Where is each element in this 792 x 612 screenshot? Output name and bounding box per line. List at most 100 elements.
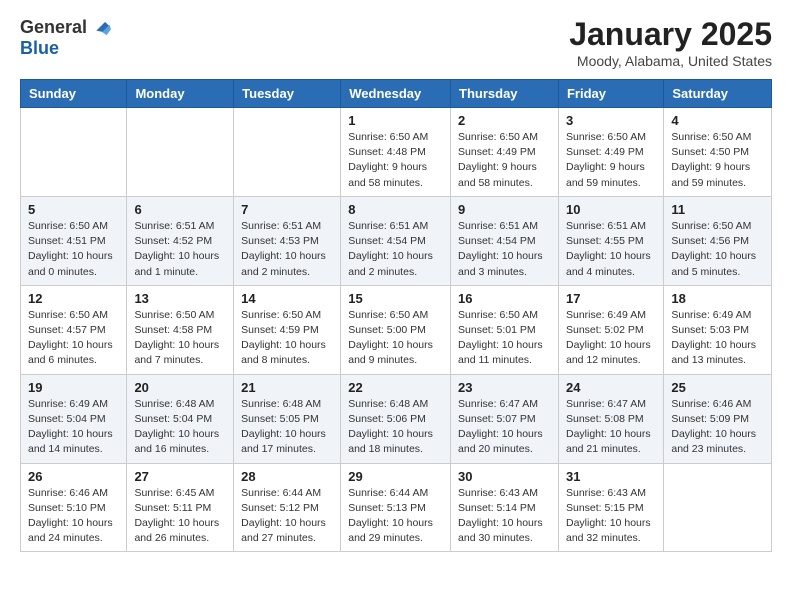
- calendar-cell: 11 Sunrise: 6:50 AM Sunset: 4:56 PM Dayli…: [664, 196, 772, 285]
- day-info: Sunrise: 6:51 AM Sunset: 4:55 PM Dayligh…: [566, 219, 656, 280]
- day-number: 10: [566, 202, 656, 217]
- day-info: Sunrise: 6:50 AM Sunset: 4:57 PM Dayligh…: [28, 308, 119, 369]
- day-info: Sunrise: 6:49 AM Sunset: 5:02 PM Dayligh…: [566, 308, 656, 369]
- calendar-cell: 6 Sunrise: 6:51 AM Sunset: 4:52 PM Daylig…: [127, 196, 234, 285]
- day-info: Sunrise: 6:43 AM Sunset: 5:14 PM Dayligh…: [458, 486, 551, 547]
- day-number: 15: [348, 291, 443, 306]
- day-number: 14: [241, 291, 333, 306]
- calendar-cell: 26Sunrise: 6:46 AM Sunset: 5:10 PM Dayli…: [21, 463, 127, 552]
- day-number: 30: [458, 469, 551, 484]
- day-number: 16: [458, 291, 551, 306]
- calendar-cell: 25 Sunrise: 6:46 AM Sunset: 5:09 PM Dayli…: [664, 374, 772, 463]
- title-section: January 2025 Moody, Alabama, United Stat…: [569, 16, 772, 69]
- calendar-cell: 30 Sunrise: 6:43 AM Sunset: 5:14 PM Dayli…: [451, 463, 559, 552]
- day-info: Sunrise: 6:50 AM Sunset: 4:58 PM Dayligh…: [134, 308, 226, 369]
- calendar-cell: 4Sunrise: 6:50 AM Sunset: 4:50 PM Daylig…: [664, 108, 772, 197]
- day-number: 26: [28, 469, 119, 484]
- calendar-cell: 5 Sunrise: 6:50 AM Sunset: 4:51 PM Daylig…: [21, 196, 127, 285]
- day-info: Sunrise: 6:44 AM Sunset: 5:12 PM Dayligh…: [241, 486, 333, 547]
- calendar-cell: 18Sunrise: 6:49 AM Sunset: 5:03 PM Dayli…: [664, 285, 772, 374]
- calendar-cell: 27 Sunrise: 6:45 AM Sunset: 5:11 PM Dayli…: [127, 463, 234, 552]
- day-info: Sunrise: 6:50 AM Sunset: 4:49 PM Dayligh…: [458, 130, 551, 191]
- day-number: 22: [348, 380, 443, 395]
- day-info: Sunrise: 6:50 AM Sunset: 5:01 PM Dayligh…: [458, 308, 551, 369]
- weekday-header-sunday: Sunday: [21, 80, 127, 108]
- day-info: Sunrise: 6:50 AM Sunset: 4:51 PM Dayligh…: [28, 219, 119, 280]
- day-info: Sunrise: 6:51 AM Sunset: 4:52 PM Dayligh…: [134, 219, 226, 280]
- day-info: Sunrise: 6:49 AM Sunset: 5:04 PM Dayligh…: [28, 397, 119, 458]
- day-number: 29: [348, 469, 443, 484]
- day-number: 7: [241, 202, 333, 217]
- calendar-cell: 22 Sunrise: 6:48 AM Sunset: 5:06 PM Dayli…: [341, 374, 451, 463]
- day-info: Sunrise: 6:51 AM Sunset: 4:53 PM Dayligh…: [241, 219, 333, 280]
- calendar-cell: 14 Sunrise: 6:50 AM Sunset: 4:59 PM Dayli…: [234, 285, 341, 374]
- page-header: General Blue January 2025 Moody, Alabama…: [20, 16, 772, 69]
- day-info: Sunrise: 6:49 AM Sunset: 5:03 PM Dayligh…: [671, 308, 764, 369]
- day-info: Sunrise: 6:48 AM Sunset: 5:06 PM Dayligh…: [348, 397, 443, 458]
- day-info: Sunrise: 6:51 AM Sunset: 4:54 PM Dayligh…: [458, 219, 551, 280]
- calendar-cell: [21, 108, 127, 197]
- day-number: 5: [28, 202, 119, 217]
- day-info: Sunrise: 6:50 AM Sunset: 4:56 PM Dayligh…: [671, 219, 764, 280]
- day-number: 20: [134, 380, 226, 395]
- calendar-cell: 24 Sunrise: 6:47 AM Sunset: 5:08 PM Dayli…: [558, 374, 663, 463]
- day-info: Sunrise: 6:50 AM Sunset: 4:59 PM Dayligh…: [241, 308, 333, 369]
- day-info: Sunrise: 6:50 AM Sunset: 4:48 PM Dayligh…: [348, 130, 443, 191]
- day-number: 25: [671, 380, 764, 395]
- calendar-cell: 20Sunrise: 6:48 AM Sunset: 5:04 PM Dayli…: [127, 374, 234, 463]
- calendar-cell: [664, 463, 772, 552]
- calendar-cell: 8 Sunrise: 6:51 AM Sunset: 4:54 PM Daylig…: [341, 196, 451, 285]
- day-info: Sunrise: 6:43 AM Sunset: 5:15 PM Dayligh…: [566, 486, 656, 547]
- calendar-cell: 7 Sunrise: 6:51 AM Sunset: 4:53 PM Daylig…: [234, 196, 341, 285]
- week-row-2: 5 Sunrise: 6:50 AM Sunset: 4:51 PM Daylig…: [21, 196, 772, 285]
- page-title: January 2025: [569, 16, 772, 53]
- calendar-cell: 31 Sunrise: 6:43 AM Sunset: 5:15 PM Dayli…: [558, 463, 663, 552]
- day-number: 17: [566, 291, 656, 306]
- day-number: 21: [241, 380, 333, 395]
- logo-blue-text: Blue: [20, 38, 59, 59]
- weekday-header-tuesday: Tuesday: [234, 80, 341, 108]
- week-row-1: 1Sunrise: 6:50 AM Sunset: 4:48 PM Daylig…: [21, 108, 772, 197]
- calendar-cell: [234, 108, 341, 197]
- calendar-cell: 2 Sunrise: 6:50 AM Sunset: 4:49 PM Daylig…: [451, 108, 559, 197]
- day-number: 13: [134, 291, 226, 306]
- day-number: 12: [28, 291, 119, 306]
- day-info: Sunrise: 6:45 AM Sunset: 5:11 PM Dayligh…: [134, 486, 226, 547]
- day-number: 27: [134, 469, 226, 484]
- calendar-cell: 9Sunrise: 6:51 AM Sunset: 4:54 PM Daylig…: [451, 196, 559, 285]
- weekday-header-row: SundayMondayTuesdayWednesdayThursdayFrid…: [21, 80, 772, 108]
- day-info: Sunrise: 6:50 AM Sunset: 5:00 PM Dayligh…: [348, 308, 443, 369]
- calendar-cell: 23Sunrise: 6:47 AM Sunset: 5:07 PM Dayli…: [451, 374, 559, 463]
- week-row-4: 19 Sunrise: 6:49 AM Sunset: 5:04 PM Dayli…: [21, 374, 772, 463]
- weekday-header-friday: Friday: [558, 80, 663, 108]
- week-row-3: 12 Sunrise: 6:50 AM Sunset: 4:57 PM Dayli…: [21, 285, 772, 374]
- day-number: 11: [671, 202, 764, 217]
- day-info: Sunrise: 6:46 AM Sunset: 5:09 PM Dayligh…: [671, 397, 764, 458]
- day-info: Sunrise: 6:50 AM Sunset: 4:50 PM Dayligh…: [671, 130, 764, 191]
- logo-general-text: General: [20, 17, 87, 38]
- calendar-cell: 10 Sunrise: 6:51 AM Sunset: 4:55 PM Dayli…: [558, 196, 663, 285]
- calendar-cell: 16 Sunrise: 6:50 AM Sunset: 5:01 PM Dayli…: [451, 285, 559, 374]
- weekday-header-thursday: Thursday: [451, 80, 559, 108]
- day-number: 24: [566, 380, 656, 395]
- weekday-header-saturday: Saturday: [664, 80, 772, 108]
- day-info: Sunrise: 6:44 AM Sunset: 5:13 PM Dayligh…: [348, 486, 443, 547]
- day-number: 19: [28, 380, 119, 395]
- day-info: Sunrise: 6:51 AM Sunset: 4:54 PM Dayligh…: [348, 219, 443, 280]
- logo: General Blue: [20, 16, 111, 59]
- calendar-cell: 19 Sunrise: 6:49 AM Sunset: 5:04 PM Dayli…: [21, 374, 127, 463]
- day-number: 2: [458, 113, 551, 128]
- day-number: 31: [566, 469, 656, 484]
- calendar-cell: 12 Sunrise: 6:50 AM Sunset: 4:57 PM Dayli…: [21, 285, 127, 374]
- day-info: Sunrise: 6:47 AM Sunset: 5:08 PM Dayligh…: [566, 397, 656, 458]
- calendar-cell: 29 Sunrise: 6:44 AM Sunset: 5:13 PM Dayli…: [341, 463, 451, 552]
- day-info: Sunrise: 6:47 AM Sunset: 5:07 PM Dayligh…: [458, 397, 551, 458]
- week-row-5: 26Sunrise: 6:46 AM Sunset: 5:10 PM Dayli…: [21, 463, 772, 552]
- day-number: 6: [134, 202, 226, 217]
- day-number: 8: [348, 202, 443, 217]
- weekday-header-wednesday: Wednesday: [341, 80, 451, 108]
- calendar-cell: 15 Sunrise: 6:50 AM Sunset: 5:00 PM Dayli…: [341, 285, 451, 374]
- weekday-header-monday: Monday: [127, 80, 234, 108]
- logo-icon: [89, 16, 111, 38]
- day-number: 3: [566, 113, 656, 128]
